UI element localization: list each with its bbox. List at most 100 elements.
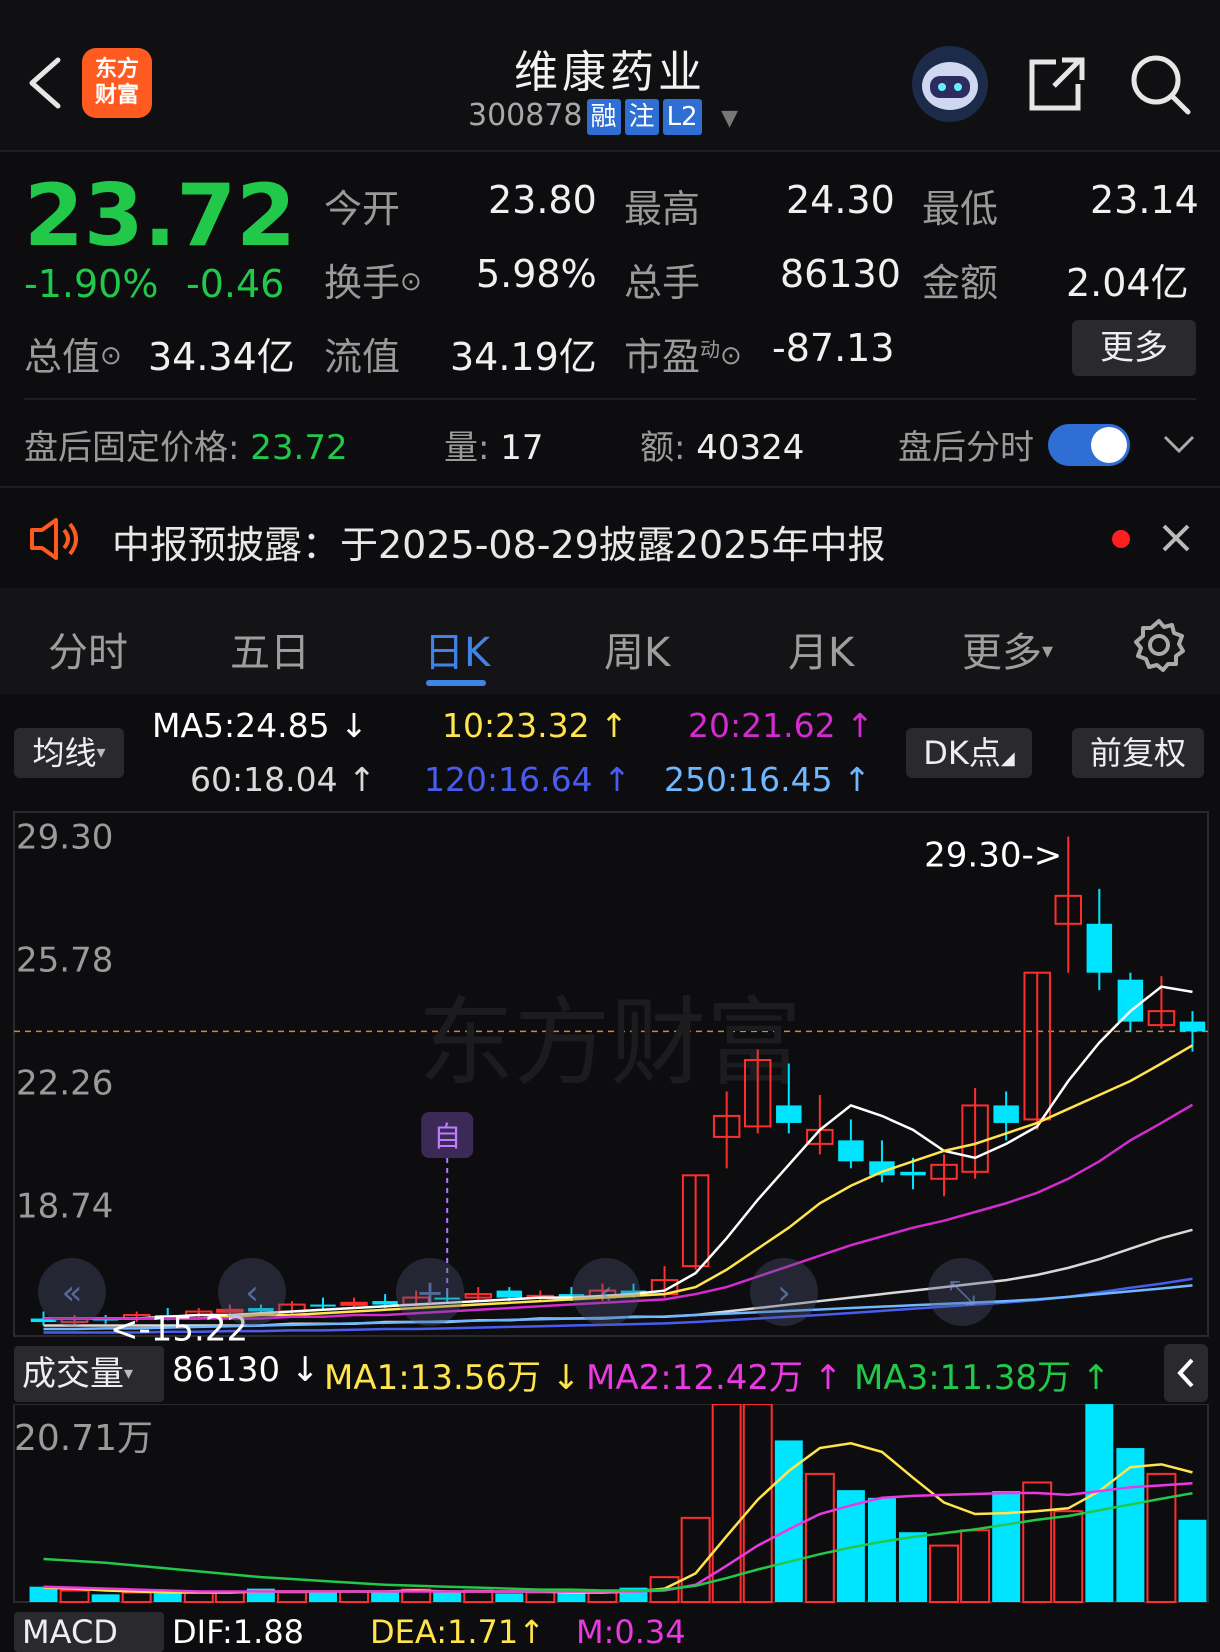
volume-bar [1053, 1510, 1084, 1603]
corner-triangle-icon: ◢ [1000, 748, 1015, 769]
chart-nav-icon: + [416, 1273, 445, 1313]
y-tick-label: 22.26 [16, 1063, 113, 1103]
afterhours-amount: 40324 [696, 428, 805, 468]
tab-five-day[interactable]: 五日 [230, 620, 310, 678]
tab-monthly-k[interactable]: 月K [788, 620, 854, 678]
afterhours-toggle[interactable] [1048, 424, 1130, 466]
candle-body [1086, 923, 1113, 973]
ma120-value: 120:16.64 ↑ [424, 760, 631, 799]
volume-bar [804, 1472, 835, 1604]
pe-label[interactable]: 市盈动⊙ [624, 326, 742, 381]
change-percent: -1.90% [24, 262, 159, 306]
afterhours-price-row: 盘后固定价格: 23.72 [24, 428, 348, 468]
macd-dea: DEA:1.71↑ [370, 1613, 546, 1651]
afterhours-volume: 17 [500, 428, 544, 468]
max-price-label: 29.30-> [924, 835, 1062, 875]
volume-chart[interactable]: 20.71万 [0, 1404, 1220, 1604]
volume-bar [992, 1491, 1021, 1602]
volume-bar [153, 1593, 182, 1602]
dropdown-triangle-icon: ▼ [721, 106, 739, 131]
high-value: 24.30 [786, 178, 895, 222]
info-icon: ⊙ [720, 341, 742, 371]
volume-label: 总手 [624, 261, 701, 305]
dk-point-button[interactable]: DK点◢ [906, 728, 1032, 778]
afterhours-price: 23.72 [250, 428, 348, 468]
tab-intraday[interactable]: 分时 [48, 620, 128, 678]
indicator-selector[interactable]: 成交量▾ [14, 1346, 164, 1402]
chart-nav-icon: › [777, 1273, 791, 1313]
turnover-value: 5.98% [476, 252, 597, 296]
margin-tag: 融 [586, 99, 621, 135]
volume-bar [91, 1594, 120, 1602]
caret-down-icon: ▾ [96, 742, 106, 763]
candle-body [993, 1105, 1019, 1123]
chart-nav-icon: ⤡ [948, 1273, 975, 1313]
robot-assistant-icon[interactable] [912, 46, 988, 122]
float-cap-label: 流值 [324, 335, 401, 379]
volume-bar [433, 1592, 462, 1602]
candle-body [340, 1301, 368, 1306]
market-cap-label[interactable]: 总值⊙ [24, 326, 122, 381]
vol-ma1: MA1:13.56万 ↓ [324, 1358, 581, 1398]
volume-bar [1116, 1448, 1145, 1602]
macd-selector[interactable]: MACD [14, 1612, 164, 1652]
y-tick-label: 25.78 [16, 940, 113, 980]
amount-label: 金额 [922, 261, 999, 305]
collapse-panel-button[interactable] [1164, 1344, 1208, 1402]
notice-text[interactable]: 中报预披露：于2025-08-29披露2025年中报 [112, 514, 886, 569]
macd-dif: DIF:1.88 [172, 1613, 305, 1651]
volume-bar [371, 1592, 400, 1602]
volume-bar [214, 1591, 245, 1604]
chart-nav-icon: ‹ [245, 1273, 259, 1313]
active-tab-indicator [426, 680, 486, 686]
volume-bar [1022, 1481, 1053, 1603]
self-select-marker-label: 自 [433, 1120, 461, 1153]
settings-gear-icon[interactable] [1132, 618, 1186, 672]
ma250-value: 250:16.45 ↑ [664, 760, 871, 799]
volume-bar [1085, 1404, 1114, 1602]
kline-chart[interactable]: 29.3025.7822.2618.74东方财富29.30-><-15.22自«… [0, 806, 1220, 1342]
candle-body [1117, 979, 1144, 1022]
volume-bar [899, 1532, 927, 1602]
candle-body [1179, 1021, 1206, 1032]
chart-nav-icon: « [62, 1273, 83, 1313]
candle-body [372, 1301, 398, 1305]
unread-dot [1112, 530, 1130, 548]
candle-body [838, 1140, 864, 1162]
afterhours-toggle-label: 盘后分时 [898, 428, 1034, 468]
volume-today: 86130 ↓ [172, 1350, 320, 1390]
chevron-down-icon[interactable] [1162, 432, 1196, 456]
chevron-left-icon [1177, 1358, 1194, 1388]
forward-adjust-button[interactable]: 前复权 [1072, 728, 1204, 778]
ma-selector[interactable]: 均线▾ [14, 728, 124, 778]
tab-more[interactable]: 更多▾ [962, 620, 1053, 678]
tab-daily-k[interactable]: 日K [424, 620, 490, 678]
info-icon: ⊙ [400, 267, 422, 297]
more-button[interactable]: 更多 [1072, 320, 1196, 376]
registration-tag: 注 [624, 99, 659, 135]
tab-weekly-k[interactable]: 周K [604, 620, 670, 678]
float-cap-value: 34.19亿 [450, 335, 597, 379]
volume-bar [867, 1497, 896, 1602]
l2-tag: L2 [662, 99, 702, 135]
volume-bar [960, 1529, 991, 1603]
turnover-label[interactable]: 换手⊙ [324, 252, 422, 307]
afterhours-amount-row: 额: 40324 [640, 428, 805, 468]
volume-bar [1146, 1472, 1177, 1604]
volume-frame [13, 1404, 1209, 1603]
pe-value: -87.13 [772, 326, 895, 370]
vol-ma3: MA3:11.38万 ↑ [854, 1358, 1111, 1398]
open-value: 23.80 [488, 178, 597, 222]
volume-bar [587, 1591, 618, 1604]
caret-down-icon: ▾ [1042, 639, 1054, 664]
chart-nav-icon: ‹ [599, 1273, 613, 1313]
search-icon[interactable] [1128, 52, 1192, 116]
candle-body [900, 1171, 926, 1176]
stock-code-row[interactable]: 300878 融注 L2 ▼ [468, 98, 738, 135]
volume-bar [339, 1590, 370, 1603]
close-icon[interactable] [1160, 522, 1192, 554]
volume-bar [495, 1593, 524, 1602]
low-value: 23.14 [1090, 178, 1199, 222]
share-icon[interactable] [1026, 54, 1088, 114]
volume-bar [59, 1589, 90, 1604]
